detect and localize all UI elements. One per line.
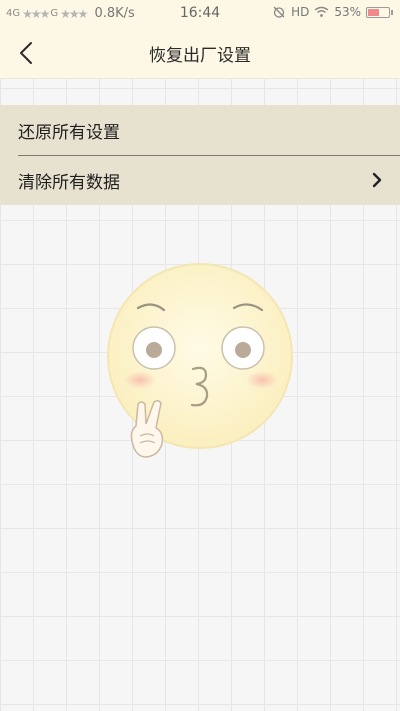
network-speed: 0.8K/s [94,6,135,21]
signal-stars-icon: ★★★ [22,6,50,21]
battery-level-fill [368,8,379,16]
page-title: 恢复出厂设置 [149,46,251,66]
signal-stars-icon-2: ★★★ [60,6,88,21]
status-right: HD 53% [272,5,393,19]
status-left: 4G ★★★ G ★★★ 0.8K/s [6,6,135,21]
menu-item-erase-all-data[interactable]: 清除所有数据 [0,155,400,205]
wifi-icon [314,6,329,17]
settings-menu: 还原所有设置 清除所有数据 [0,105,400,205]
signal-4g-label: 4G [6,8,21,19]
hd-label: HD [291,5,310,19]
title-bar: 恢复出厂设置 [0,28,400,79]
menu-item-reset-all-settings[interactable]: 还原所有设置 [0,105,400,155]
battery-percent: 53% [334,5,361,19]
status-bar: 4G ★★★ G ★★★ 0.8K/s 16:44 HD 53% [0,0,400,28]
alarm-off-icon [273,6,285,18]
kissing-emoji-illustration [107,263,293,458]
signal-g-label: G [50,8,59,19]
menu-item-label: 还原所有设置 [18,122,120,143]
chevron-right-icon [372,172,382,188]
battery-icon [366,6,393,18]
menu-item-label: 清除所有数据 [18,172,120,193]
